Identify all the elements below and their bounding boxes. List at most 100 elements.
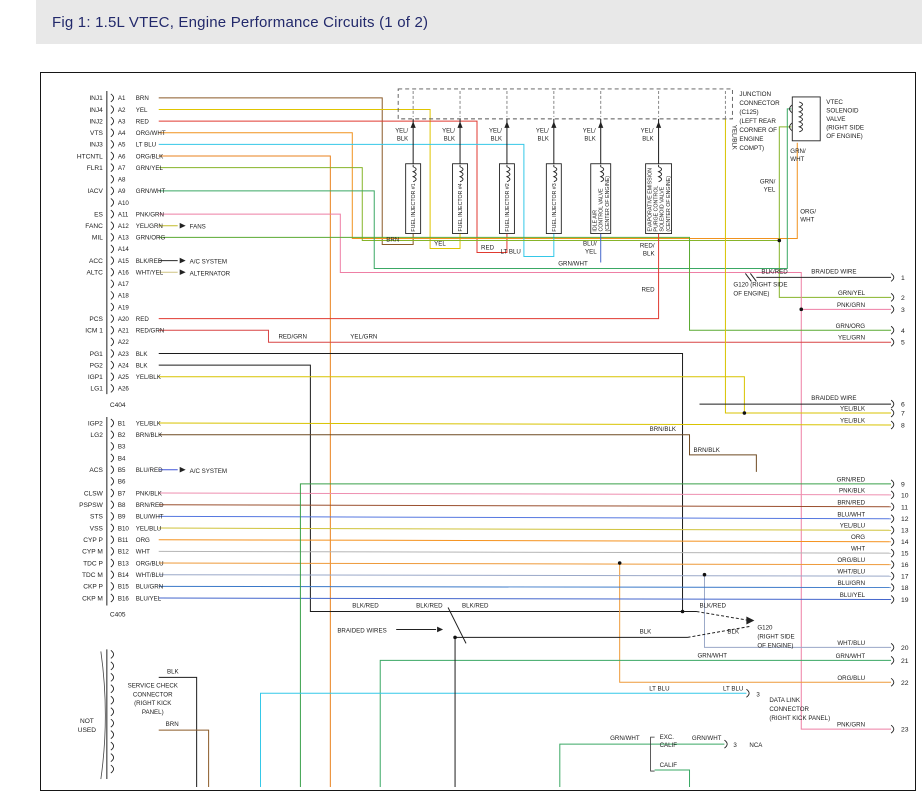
- terminal-bracket: [891, 305, 894, 313]
- wire-color-label: BLK: [444, 136, 455, 142]
- vtec-valve-box: [792, 97, 820, 141]
- pin-bracket: [111, 685, 114, 693]
- wire: [159, 540, 891, 542]
- wire: [159, 598, 891, 599]
- wire-color-label: BRN: [136, 95, 149, 102]
- pin-id: B4: [118, 455, 126, 462]
- float-label: (RIGHT KICK PANEL): [769, 715, 830, 722]
- float-label: GRN/: [760, 179, 776, 186]
- pin-id: B16: [118, 595, 130, 602]
- wire-color-label: ORG: [136, 537, 150, 544]
- arrow-icon: [180, 467, 186, 473]
- terminal-wire-label: GRN/RED: [837, 476, 866, 483]
- ecm-signal-label: VSS: [90, 525, 104, 532]
- float-label: 3: [756, 691, 760, 698]
- junction-connector-label: COMPT): [739, 145, 764, 152]
- wire-color-label: BLU/RED: [136, 467, 163, 474]
- pin-bracket: [111, 175, 114, 183]
- wire-color-label: ORG/BLK: [136, 153, 164, 160]
- terminal-wire-label: PNK/BLK: [839, 487, 866, 494]
- pin-bracket: [111, 501, 114, 509]
- arrow-icon: [504, 121, 509, 127]
- terminal-bracket: [891, 338, 894, 346]
- pin-bracket: [111, 361, 114, 369]
- pin-bracket: [111, 373, 114, 381]
- wire: [159, 528, 891, 530]
- wire: [380, 660, 891, 787]
- arrow-icon: [411, 121, 416, 127]
- ecm-signal-label: FANC: [85, 223, 103, 230]
- ecm-signal-label: INJ2: [89, 118, 103, 125]
- pin-id: B11: [118, 537, 129, 544]
- splice-dot: [618, 561, 622, 565]
- terminal-number: 16: [901, 562, 909, 569]
- not-used-label: NOT: [80, 718, 94, 725]
- pin-id: A25: [118, 374, 130, 381]
- wire: [159, 377, 745, 413]
- wire: [159, 330, 891, 342]
- pin-id: A1: [118, 95, 126, 102]
- float-label: CONNECTOR: [769, 706, 809, 713]
- text-layer: A1BRNINJ1A2YELINJ4A3REDINJ2A4ORG/WHTVTSA…: [77, 91, 909, 769]
- terminal-number: 5: [901, 340, 905, 347]
- arrow-icon: [551, 121, 556, 127]
- pin-bracket: [111, 315, 114, 323]
- terminal-wire-label: WHT/BLU: [837, 569, 865, 576]
- pin-id: B15: [118, 584, 130, 591]
- terminal-bracket: [891, 503, 894, 511]
- float-label: BLK: [167, 668, 180, 675]
- ecm-signal-label: CLSW: [84, 490, 104, 497]
- pin-bracket: [111, 152, 114, 160]
- pin-bracket: [111, 257, 114, 265]
- wire-color-label: YEL/BLK: [136, 420, 162, 427]
- pin-bracket: [111, 650, 114, 658]
- junction-connector-label: CORNER OF: [739, 127, 777, 134]
- terminal-number: 19: [901, 597, 909, 604]
- terminal-number: 17: [901, 574, 909, 581]
- pin-id: A20: [118, 316, 130, 323]
- ecm-signal-label: PCS: [89, 316, 103, 323]
- splice-dot: [681, 610, 685, 614]
- ecm-signal-label: MIL: [92, 235, 103, 242]
- terminal-number: 3: [901, 307, 905, 314]
- terminal-number: 1: [901, 275, 905, 282]
- ecm-signal-label: ES: [94, 211, 103, 218]
- float-label: CONNECTOR: [133, 691, 173, 698]
- wire-color-label: BLK: [538, 136, 549, 142]
- component-name: SOLENOID VALVE: [660, 186, 666, 231]
- pin-bracket: [111, 268, 114, 276]
- ecm-signal-label: IGP1: [88, 374, 103, 381]
- pin-id: B8: [118, 502, 126, 509]
- terminal-number: 12: [901, 516, 909, 523]
- splice-dot: [743, 411, 747, 415]
- ecm-signal-label: CYP M: [82, 549, 103, 556]
- ecm-signal-label: TDC P: [83, 560, 103, 567]
- wire: [725, 119, 891, 413]
- wire-color-label: YEL/BLK: [136, 374, 162, 381]
- terminal-wire-label: GRN/ORG: [836, 323, 866, 330]
- pin-id: A2: [118, 107, 126, 114]
- ecm-signal-label: HTCNTL: [77, 153, 103, 160]
- pin-bracket: [111, 571, 114, 579]
- pin-id: B6: [118, 479, 126, 486]
- float-label: YEL/BLK: [730, 125, 737, 151]
- pin-id: B5: [118, 467, 126, 474]
- wire-color-label: YEL/: [395, 128, 408, 134]
- wire-color-label: ORG/WHT: [136, 130, 166, 137]
- pin-bracket: [111, 731, 114, 739]
- connector-code: C405: [110, 611, 126, 618]
- pin-id: A11: [118, 211, 129, 218]
- pin-bracket: [111, 536, 114, 544]
- wire-color-label: PNK/GRN: [136, 211, 164, 218]
- wire: [159, 127, 792, 241]
- float-label: BRN/BLK: [694, 447, 721, 454]
- wire-color-label: BLK: [642, 136, 653, 142]
- terminal-bracket: [891, 421, 894, 429]
- arrow-icon: [180, 258, 186, 264]
- vtec-valve-label: OF ENGINE): [826, 133, 863, 140]
- terminal-bracket: [891, 400, 894, 408]
- pin-bracket: [111, 442, 114, 450]
- wire-color-label: RED: [136, 316, 150, 323]
- dlc-pin-bracket: [746, 689, 749, 697]
- wire: [159, 133, 798, 239]
